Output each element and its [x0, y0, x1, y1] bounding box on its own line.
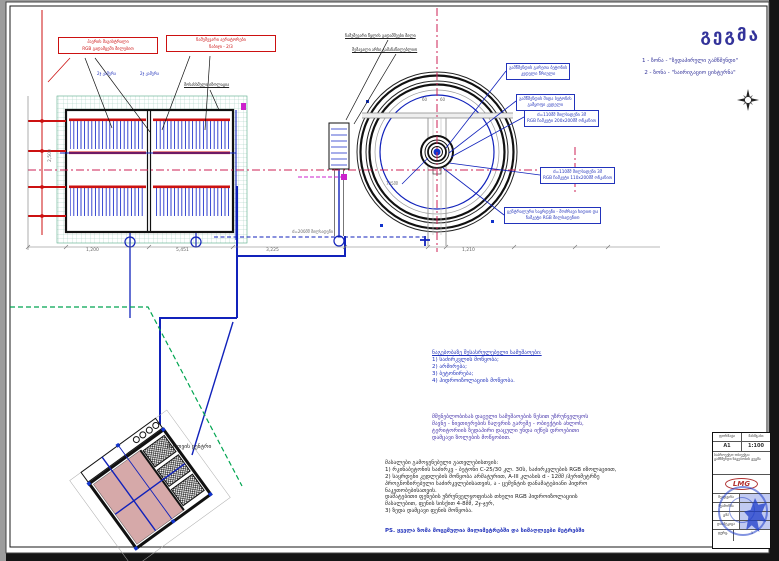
notes-list: ნაგებობაზე შესასრულებელი სამუშაოები: 1) … [432, 350, 542, 384]
notes-item-2: 2) არმირება; [432, 364, 542, 371]
callout-outer-wall: გამწმენდის გარეთა ბეტონის კედელი წრიული [506, 63, 570, 80]
notes-item-1: 1) საძირკვლის მოწყობა; [432, 357, 542, 364]
notes-item-3: 3) ბეტონირება; [432, 371, 542, 378]
callout-pipe-200: d=110მმ მილსადენი 3მ RGB ჩამკეტი 200x200… [524, 110, 599, 127]
callout-air-main-line2: RGB გადამცემი მილებით [61, 46, 155, 53]
label-center-dim: 735მმ [386, 181, 398, 186]
callout-pipe-110-line2: RGB ჩამკეტი 110x200მმ ონკანით [543, 175, 612, 181]
sign-row-label-3: გმპ [713, 512, 740, 520]
label-hub-dim-2: 60 [440, 97, 445, 102]
company-logo: LMG [725, 478, 758, 490]
callout-aerators-line2: ნაბიჯი - 2/3 [169, 44, 273, 51]
callout-pipe-110: d=110მმ მილსადენი 3მ RGB ჩამკეტი 110x200… [540, 167, 615, 184]
notes-item-4: 4) ჰიდროიზოლაციის მოწყობა. [432, 378, 542, 385]
callout-center-support-line2: ჩამკეტი RGB მილსადენით [507, 215, 598, 221]
legend-zone-2: 2 - ზონა - "საირიგაციო ცისტერნა" [612, 70, 768, 77]
label-hub-dim-1: 60 [422, 97, 427, 102]
callout-aerators-line1: ნამუშევარი აერატორები [169, 37, 273, 44]
dim-2500-vertical: 2,500 [48, 149, 54, 162]
materials-spec: მასალები გამოყენებული გათვლებისთვის: 1) … [385, 460, 616, 515]
sign-row-label-4: დაამტკიცა [713, 521, 740, 529]
callout-air-main: ჰაერის მაგისტრალი RGB გადამცემი მილებით [58, 37, 158, 54]
spec-line-4: პროგნოზირებული საძირკვლებისათვის, ა - ცე… [385, 481, 616, 488]
callout-inner-wall: გამწმენდის შიდა ბეტონის გამყოფი კედელი [516, 94, 575, 111]
sign-row-label-2: შეამოწმა [713, 503, 740, 511]
title-block: ფორმატი მასშტაბი A1 1:100 საპროექტო ობიე… [712, 432, 771, 549]
scale-label: მასშტაბი [742, 433, 770, 441]
dim-5451: 5,451 [176, 248, 189, 254]
label-pump-room: მართვის ცენტრი [167, 444, 211, 451]
spec-line-1: მასალები გამოყენებული გათვლებისთვის: [385, 460, 616, 467]
label-chamber-1: 2ჯ კამერა [97, 71, 116, 76]
site-paragraph: მშენებლობისას დაცული სამუშაოების წესით უ… [432, 414, 588, 442]
spec-line-8: 3) ზედა დამცავი ფენის მოწყობა. [385, 508, 616, 515]
format-value: A1 [713, 442, 742, 451]
sheet-label: ფურც. [713, 530, 734, 541]
callout-air-main-line1: ჰაერის მაგისტრალი [61, 39, 155, 46]
label-pipe-note: d=200მმ მილსადენი [292, 229, 333, 234]
drawing-sheet-stage: { "page": { "title": "გეგმა", "legend1":… [0, 0, 779, 561]
label-overflow-pipe: ნამუშევარი წყლის გადამშვები მილი [345, 33, 416, 38]
scale-value: 1:100 [742, 442, 770, 451]
sheet-value: 1 [734, 530, 770, 541]
paragraph-line-4: დამცავი ზოლების მოწყობით. [432, 435, 588, 442]
paragraph-line-1: მშენებლობისას დაცული სამუშაოების წესით უ… [432, 414, 588, 421]
notes-heading: ნაგებობაზე შესასრულებელი სამუშაოები: [432, 350, 542, 357]
ps-note: PS. ყველა ზომა მოცემულია მილიმეტრებში და… [385, 528, 585, 535]
dim-1210: 1,210 [462, 248, 475, 254]
paragraph-line-2: მავნე - ნივთიერების ჩაღვრის გარეშე - ობი… [432, 421, 588, 428]
label-chamber-2: 2ჯ კამერა [140, 71, 159, 76]
legend-zone-1: 1 - ზონა - "ზედაპირული გამწმენდი" [612, 58, 768, 65]
spec-line-3: 2) საყრდენი კედლების მოწყობა არმატურით, … [385, 474, 616, 481]
paragraph-line-3: ტერიტორიის ზედაპირი დაცული უნდა იქნეს დრ… [432, 428, 588, 435]
callout-aerators: ნამუშევარი აერატორები ნაბიჯი - 2/3 [166, 35, 276, 52]
callout-inner-wall-line2: გამყოფი კედელი [519, 102, 572, 108]
sign-row-label-1: შეადგინა [713, 494, 740, 502]
callout-center-support: ცენტრალური საყრდენი - მოძრავი ხიდით და ჩ… [504, 207, 601, 224]
callout-outer-wall-line2: კედელი წრიული [509, 71, 567, 77]
callout-pipe-200-line2: RGB ჩამკეტი 200x200მმ ონკანით [527, 118, 596, 124]
format-label: ფორმატი [713, 433, 742, 441]
dim-3225: 3,225 [266, 248, 279, 254]
page-title: გეგმა [620, 26, 760, 47]
spec-line-2: 1) რკინაბეტონის საძირკვ - ბეტონი C-25/30… [385, 467, 616, 474]
project-desc-2: გამწმენდი ნაგებობის გეგმა [714, 457, 769, 461]
label-inlet-channel: შემავალი არხი გამანაწილებლით [352, 47, 417, 52]
dim-1200: 1,200 [86, 248, 99, 254]
label-insulation: მოსასხმელი იზოლაცია [184, 82, 229, 87]
